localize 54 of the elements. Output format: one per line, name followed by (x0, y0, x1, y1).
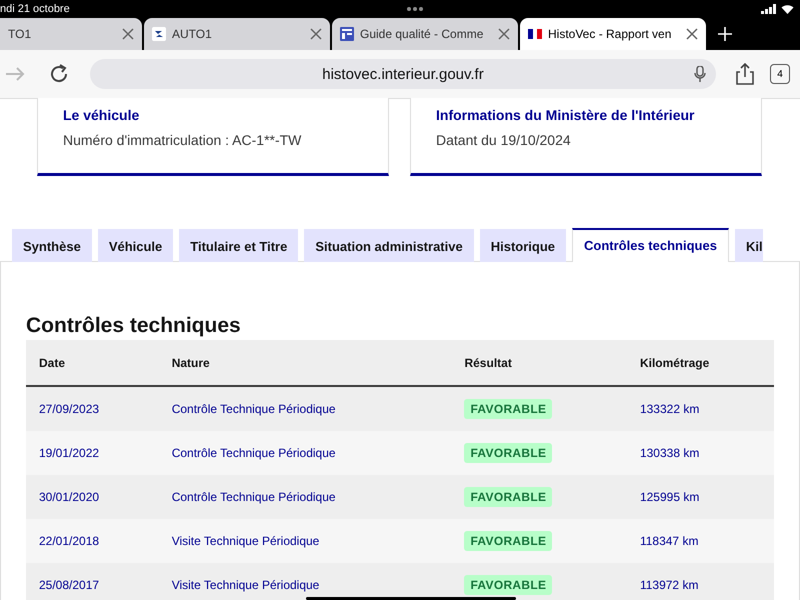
nature-cell: Contrôle Technique Périodique (158, 475, 452, 519)
mileage-cell: 133322 km (626, 386, 774, 431)
column-header: Date (26, 340, 159, 386)
browser-tab[interactable]: HistoVec - Rapport ven (520, 18, 706, 50)
mileage-cell: 130338 km (626, 431, 774, 475)
status-date: ndi 21 octobre (0, 3, 70, 15)
reload-icon[interactable] (48, 63, 70, 85)
card-title: Le véhicule (63, 107, 140, 123)
date-cell: 30/01/2020 (26, 475, 159, 519)
close-icon[interactable] (498, 28, 510, 40)
date-cell: 27/09/2023 (26, 386, 159, 431)
new-tab-icon[interactable] (718, 27, 732, 41)
result-badge: FAVORABLE (464, 399, 552, 419)
date-cell: 19/01/2022 (26, 431, 159, 475)
nature-cell: Visite Technique Périodique (158, 519, 452, 563)
section-title: Contrôles techniques (26, 314, 242, 338)
result-badge: FAVORABLE (464, 575, 552, 595)
close-icon[interactable] (122, 28, 134, 40)
page-tab[interactable]: Contrôles techniques (572, 228, 729, 262)
share-icon[interactable] (734, 63, 756, 85)
wifi-icon (781, 4, 794, 14)
column-header: Résultat (451, 340, 627, 386)
page-tab[interactable]: Kil (734, 229, 763, 262)
result-badge: FAVORABLE (464, 487, 552, 507)
close-icon[interactable] (310, 28, 322, 40)
nature-cell: Visite Technique Périodique (158, 563, 452, 600)
page-tab[interactable]: Véhicule (98, 229, 174, 262)
card-text: Numéro d'immatriculation : AC-1**-TW (63, 132, 302, 148)
nature-cell: Contrôle Technique Périodique (158, 386, 452, 431)
card-title: Informations du Ministère de l'Intérieur (436, 107, 696, 123)
card-text: Datant du 19/10/2024 (436, 132, 572, 148)
browser-tab[interactable]: Guide qualité - Comme (332, 18, 518, 50)
browser-tab[interactable]: AUTO1 (144, 18, 330, 50)
mileage-cell: 113972 km (626, 563, 774, 600)
page-tab[interactable]: Historique (480, 229, 566, 262)
mileage-cell: 125995 km (626, 475, 774, 519)
date-cell: 25/08/2017 (26, 563, 159, 600)
column-header: Nature (158, 340, 452, 386)
page-tab[interactable]: Titulaire et Titre (179, 229, 298, 262)
multitask-icon[interactable] (407, 7, 424, 11)
page-tab[interactable]: Synthèse (12, 229, 92, 262)
close-icon[interactable] (686, 28, 698, 40)
column-header: Kilométrage (626, 340, 774, 386)
signal-icon (761, 4, 777, 14)
nature-cell: Contrôle Technique Périodique (158, 431, 452, 475)
browser-tab[interactable]: TO1 (0, 18, 142, 50)
result-badge: FAVORABLE (464, 443, 552, 463)
address-bar[interactable]: histovec.interieur.gouv.fr (90, 59, 716, 89)
microphone-icon[interactable] (694, 66, 706, 82)
date-cell: 22/01/2018 (26, 519, 159, 563)
result-badge: FAVORABLE (464, 531, 552, 551)
tab-count-button[interactable]: 4 (770, 64, 790, 84)
mileage-cell: 118347 km (626, 519, 774, 563)
page-tab[interactable]: Situation administrative (304, 229, 474, 262)
